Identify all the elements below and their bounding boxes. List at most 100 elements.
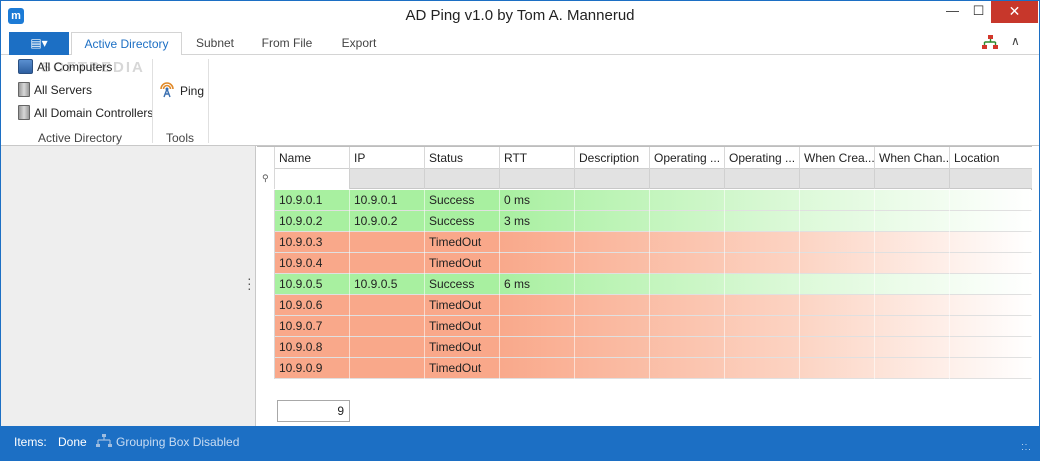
table-row[interactable]: 10.9.0.9 TimedOut (257, 358, 1032, 379)
column-header-location[interactable]: Location (950, 147, 1032, 169)
cell-status[interactable]: Success (425, 274, 500, 295)
cell-name[interactable]: 10.9.0.8 (275, 337, 350, 358)
cell-description[interactable] (575, 274, 650, 295)
cell-when-created[interactable] (800, 211, 875, 232)
resize-grip-icon[interactable]: · · · · · (1021, 440, 1031, 454)
cell-when-created[interactable] (800, 274, 875, 295)
cell-when-created[interactable] (800, 295, 875, 316)
table-row[interactable]: 10.9.0.5 10.9.0.5 Success 6 ms (257, 274, 1032, 295)
cell-location[interactable] (950, 190, 1032, 211)
filter-cell-operating-system-version[interactable] (725, 169, 800, 189)
cell-ip[interactable] (350, 295, 425, 316)
column-header-description[interactable]: Description (575, 147, 650, 169)
all-domain-controllers-button[interactable]: All Domain Controllers (18, 103, 153, 123)
cell-name[interactable]: 10.9.0.5 (275, 274, 350, 295)
column-header-ip[interactable]: IP (350, 147, 425, 169)
cell-description[interactable] (575, 358, 650, 379)
cell-description[interactable] (575, 232, 650, 253)
cell-when-changed[interactable] (875, 232, 950, 253)
column-header-operating-system-version[interactable]: Operating ... (725, 147, 800, 169)
cell-when-created[interactable] (800, 337, 875, 358)
cell-operating-system-version[interactable] (725, 337, 800, 358)
filter-cell-location[interactable] (950, 169, 1032, 189)
table-row[interactable]: 10.9.0.8 TimedOut (257, 337, 1032, 358)
row-indicator[interactable] (257, 337, 275, 358)
cell-when-created[interactable] (800, 358, 875, 379)
cell-rtt[interactable] (500, 337, 575, 358)
cell-ip[interactable]: 10.9.0.2 (350, 211, 425, 232)
cell-when-created[interactable] (800, 190, 875, 211)
network-icon[interactable] (981, 35, 999, 51)
all-computers-button[interactable]: All Computers (18, 57, 112, 77)
ping-button[interactable]: Ping (158, 80, 204, 100)
cell-rtt[interactable]: 6 ms (500, 274, 575, 295)
maximize-button[interactable]: ☐ (965, 1, 992, 23)
cell-rtt[interactable] (500, 316, 575, 337)
cell-location[interactable] (950, 358, 1032, 379)
cell-rtt[interactable] (500, 295, 575, 316)
cell-rtt[interactable]: 0 ms (500, 190, 575, 211)
cell-when-changed[interactable] (875, 253, 950, 274)
cell-status[interactable]: TimedOut (425, 358, 500, 379)
cell-when-changed[interactable] (875, 190, 950, 211)
cell-name[interactable]: 10.9.0.4 (275, 253, 350, 274)
row-indicator[interactable] (257, 316, 275, 337)
cell-operating-system-version[interactable] (725, 274, 800, 295)
tab-active-directory[interactable]: Active Directory (71, 32, 182, 56)
cell-operating-system[interactable] (650, 232, 725, 253)
table-row[interactable]: 10.9.0.4 TimedOut (257, 253, 1032, 274)
cell-when-created[interactable] (800, 232, 875, 253)
row-indicator[interactable] (257, 358, 275, 379)
cell-operating-system[interactable] (650, 211, 725, 232)
cell-rtt[interactable]: 3 ms (500, 211, 575, 232)
cell-status[interactable]: TimedOut (425, 232, 500, 253)
cell-operating-system[interactable] (650, 316, 725, 337)
cell-status[interactable]: Success (425, 211, 500, 232)
row-indicator[interactable] (257, 253, 275, 274)
cell-when-changed[interactable] (875, 295, 950, 316)
column-header-status[interactable]: Status (425, 147, 500, 169)
column-header-name[interactable]: Name (275, 147, 350, 169)
cell-ip[interactable] (350, 337, 425, 358)
filter-cell-rtt[interactable] (500, 169, 575, 189)
cell-ip[interactable]: 10.9.0.5 (350, 274, 425, 295)
cell-status[interactable]: TimedOut (425, 295, 500, 316)
minimize-button[interactable]: — (939, 1, 966, 23)
panel-splitter-handle[interactable]: · · · (247, 271, 252, 295)
table-row[interactable]: 10.9.0.1 10.9.0.1 Success 0 ms (257, 190, 1032, 211)
filter-cell-when-created[interactable] (800, 169, 875, 189)
filter-cell-status[interactable] (425, 169, 500, 189)
cell-operating-system-version[interactable] (725, 211, 800, 232)
cell-operating-system-version[interactable] (725, 232, 800, 253)
table-row[interactable]: 10.9.0.7 TimedOut (257, 316, 1032, 337)
row-indicator[interactable] (257, 295, 275, 316)
all-servers-button[interactable]: All Servers (18, 80, 92, 100)
cell-description[interactable] (575, 211, 650, 232)
cell-when-changed[interactable] (875, 274, 950, 295)
cell-operating-system-version[interactable] (725, 358, 800, 379)
cell-description[interactable] (575, 316, 650, 337)
cell-operating-system-version[interactable] (725, 316, 800, 337)
cell-operating-system[interactable] (650, 190, 725, 211)
cell-location[interactable] (950, 337, 1032, 358)
cell-status[interactable]: Success (425, 190, 500, 211)
file-menu-button[interactable]: ▤▾ (9, 32, 69, 55)
cell-when-changed[interactable] (875, 337, 950, 358)
ribbon-collapse-icon[interactable]: ∧ (1011, 34, 1020, 48)
cell-operating-system[interactable] (650, 337, 725, 358)
cell-location[interactable] (950, 274, 1032, 295)
cell-when-created[interactable] (800, 253, 875, 274)
filter-cell-name[interactable] (275, 169, 350, 189)
cell-operating-system[interactable] (650, 274, 725, 295)
table-row[interactable]: 10.9.0.2 10.9.0.2 Success 3 ms (257, 211, 1032, 232)
filter-cell-ip[interactable] (350, 169, 425, 189)
close-button[interactable]: ✕ (991, 1, 1038, 23)
pin-icon[interactable]: ⚲ (262, 173, 269, 184)
cell-operating-system-version[interactable] (725, 190, 800, 211)
cell-ip[interactable] (350, 316, 425, 337)
cell-description[interactable] (575, 253, 650, 274)
cell-when-changed[interactable] (875, 316, 950, 337)
cell-rtt[interactable] (500, 232, 575, 253)
row-indicator[interactable] (257, 190, 275, 211)
cell-location[interactable] (950, 316, 1032, 337)
